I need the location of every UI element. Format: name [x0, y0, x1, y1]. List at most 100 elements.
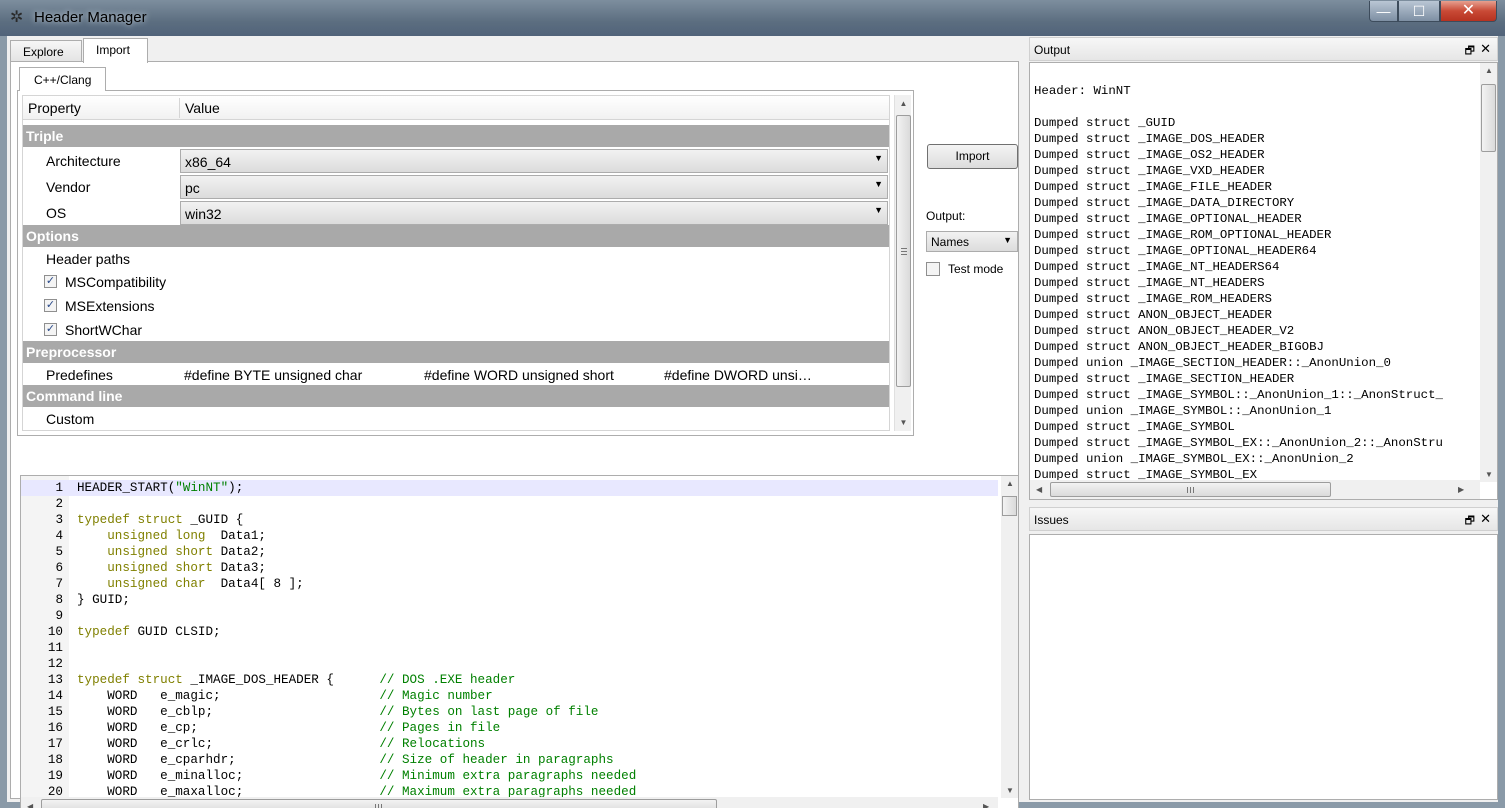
code-line[interactable]: 5 unsigned short Data2; [21, 544, 998, 560]
code-text: typedef GUID CLSID; [77, 625, 221, 639]
group-command-line[interactable]: Command line [23, 385, 889, 407]
predefine-item[interactable]: #define DWORD unsi… [664, 367, 812, 383]
group-preprocessor[interactable]: Preprocessor [23, 341, 889, 363]
float-icon[interactable]: 🗗 [1465, 512, 1475, 531]
scroll-down-icon[interactable]: ▼ [1485, 470, 1493, 479]
group-triple[interactable]: Triple [23, 125, 889, 147]
scrollbar-thumb[interactable] [896, 115, 911, 387]
vendor-select[interactable]: pc ▼ [180, 175, 888, 199]
header-paths-label: Header paths [46, 251, 131, 267]
editor-horizontal-scrollbar[interactable]: ◀ ▶ [21, 797, 998, 808]
code-line[interactable]: 8} GUID; [21, 592, 998, 608]
code-line[interactable]: 7 unsigned char Data4[ 8 ]; [21, 576, 998, 592]
code-line[interactable]: 10 typedef GUID CLSID; [21, 624, 998, 640]
mscompatibility-checkbox[interactable]: ✓ [44, 275, 57, 288]
value-column-header[interactable]: Value [185, 100, 220, 116]
scroll-up-icon[interactable]: ▲ [895, 95, 912, 112]
output-line: Dumped struct _IMAGE_DATA_DIRECTORY [1034, 196, 1295, 210]
scroll-up-icon[interactable]: ▲ [1485, 66, 1493, 75]
scroll-down-icon[interactable]: ▼ [1006, 786, 1014, 795]
property-row-header-paths[interactable]: Header paths [23, 247, 889, 271]
property-row-os[interactable]: OS win32 ▼ [23, 201, 889, 225]
code-content[interactable]: 1 HEADER_START("WinNT"); 2 3 typedef struct … [21, 480, 998, 800]
property-row-custom[interactable]: Custom [23, 407, 889, 430]
title-bar[interactable]: ✲ Header Manager — ☐ ✕ [0, 0, 1505, 36]
code-line[interactable]: 11 [21, 640, 998, 656]
code-line[interactable]: 9 [21, 608, 998, 624]
tab-explore[interactable]: Explore [10, 40, 82, 62]
tab-cpp-clang[interactable]: C++/Clang [19, 67, 107, 91]
scrollbar-thumb[interactable] [41, 799, 717, 808]
float-icon[interactable]: 🗗 [1465, 42, 1475, 61]
code-line[interactable]: 3 typedef struct _GUID { [21, 512, 998, 528]
output-panel[interactable]: Header: WinNT Dumped struct _GUID Dumped s… [1029, 62, 1498, 500]
property-row-architecture[interactable]: Architecture x86_64 ▼ [23, 149, 889, 173]
architecture-label: Architecture [46, 153, 121, 169]
scroll-down-icon[interactable]: ▼ [895, 414, 912, 431]
scroll-left-icon[interactable]: ◀ [1036, 485, 1042, 494]
scroll-right-icon[interactable]: ▶ [983, 802, 989, 808]
shortwchar-checkbox[interactable]: ✓ [44, 323, 57, 336]
editor-vertical-scrollbar[interactable]: ▲ ▼ [1001, 476, 1018, 798]
output-line: Dumped struct _IMAGE_SYMBOL_EX::_AnonUni… [1034, 436, 1443, 450]
code-text: typedef struct _GUID { [77, 513, 244, 527]
code-line[interactable]: 16 WORD e_cp; // Pages in file [21, 720, 998, 736]
property-row-shortwchar[interactable]: ✓ ShortWChar [23, 318, 889, 342]
code-text: WORD e_magic; // Magic number [77, 689, 493, 703]
output-line: Dumped struct _IMAGE_NT_HEADERS64 [1034, 260, 1280, 274]
maximize-button[interactable]: ☐ [1398, 1, 1440, 22]
scroll-up-icon[interactable]: ▲ [1006, 479, 1014, 488]
code-line[interactable]: 19 WORD e_minalloc; // Minimum extra par… [21, 768, 998, 784]
output-dock-title[interactable]: Output 🗗 ✕ [1029, 37, 1498, 61]
issues-panel[interactable] [1029, 534, 1498, 800]
issues-dock-title[interactable]: Issues 🗗 ✕ [1029, 507, 1498, 531]
msextensions-checkbox[interactable]: ✓ [44, 299, 57, 312]
output-horizontal-scrollbar[interactable]: ◀ ▶ [1030, 480, 1480, 499]
property-row-mscompatibility[interactable]: ✓ MSCompatibility [23, 270, 889, 294]
code-line[interactable]: 13 typedef struct _IMAGE_DOS_HEADER { // … [21, 672, 998, 688]
code-text: unsigned long Data1; [107, 529, 266, 543]
property-row-predefines[interactable]: Predefines #define BYTE unsigned char #d… [23, 363, 889, 387]
output-line: Dumped struct ANON_OBJECT_HEADER [1034, 308, 1272, 322]
close-icon[interactable]: ✕ [1480, 41, 1491, 57]
code-line[interactable]: 12 [21, 656, 998, 672]
code-editor[interactable]: 1 HEADER_START("WinNT"); 2 3 typedef struct … [20, 475, 1019, 808]
tab-import[interactable]: Import [83, 38, 148, 63]
scroll-right-icon[interactable]: ▶ [1458, 485, 1464, 494]
code-text: unsigned short Data2; [107, 545, 266, 559]
import-button[interactable]: Import [927, 144, 1018, 169]
line-number: 12 [47, 657, 63, 671]
os-select[interactable]: win32 ▼ [180, 201, 888, 225]
code-text: WORD e_crlc; // Relocations [77, 737, 486, 751]
output-mode-select[interactable]: Names ▼ [926, 231, 1018, 252]
code-text: WORD e_cblp; // Bytes on last page of fi… [77, 705, 599, 719]
scrollbar-thumb[interactable] [1481, 84, 1496, 152]
close-button[interactable]: ✕ [1440, 1, 1497, 22]
test-mode-checkbox[interactable] [926, 262, 940, 276]
property-row-msextensions[interactable]: ✓ MSExtensions [23, 294, 889, 318]
predefine-item[interactable]: #define BYTE unsigned char [184, 367, 362, 383]
output-line: Dumped struct _IMAGE_SECTION_HEADER [1034, 372, 1295, 386]
architecture-select[interactable]: x86_64 ▼ [180, 149, 888, 173]
scrollbar-thumb[interactable] [1002, 496, 1017, 516]
code-line[interactable]: 18 WORD e_cparhdr; // Size of header in … [21, 752, 998, 768]
property-row-vendor[interactable]: Vendor pc ▼ [23, 175, 889, 199]
predefine-item[interactable]: #define WORD unsigned short [424, 367, 614, 383]
property-grid-scrollbar[interactable]: ▲ ▼ [894, 95, 911, 431]
output-line: Dumped union _IMAGE_SYMBOL::_AnonUnion_1 [1034, 404, 1332, 418]
code-line[interactable]: 15 WORD e_cblp; // Bytes on last page of… [21, 704, 998, 720]
code-line[interactable]: 2 [21, 496, 998, 512]
scroll-left-icon[interactable]: ◀ [27, 802, 33, 808]
code-line[interactable]: 14 WORD e_magic; // Magic number [21, 688, 998, 704]
code-line[interactable]: 1 HEADER_START("WinNT"); [21, 480, 998, 496]
output-vertical-scrollbar[interactable]: ▲ ▼ [1480, 63, 1497, 482]
code-line[interactable]: 4 unsigned long Data1; [21, 528, 998, 544]
group-options[interactable]: Options [23, 225, 889, 247]
close-icon[interactable]: ✕ [1480, 511, 1491, 527]
output-line: Dumped struct _IMAGE_ROM_HEADERS [1034, 292, 1272, 306]
property-column-header[interactable]: Property [28, 100, 81, 116]
scrollbar-thumb[interactable] [1050, 482, 1331, 497]
code-line[interactable]: 17 WORD e_crlc; // Relocations [21, 736, 998, 752]
code-line[interactable]: 6 unsigned short Data3; [21, 560, 998, 576]
minimize-button[interactable]: — [1369, 1, 1398, 22]
